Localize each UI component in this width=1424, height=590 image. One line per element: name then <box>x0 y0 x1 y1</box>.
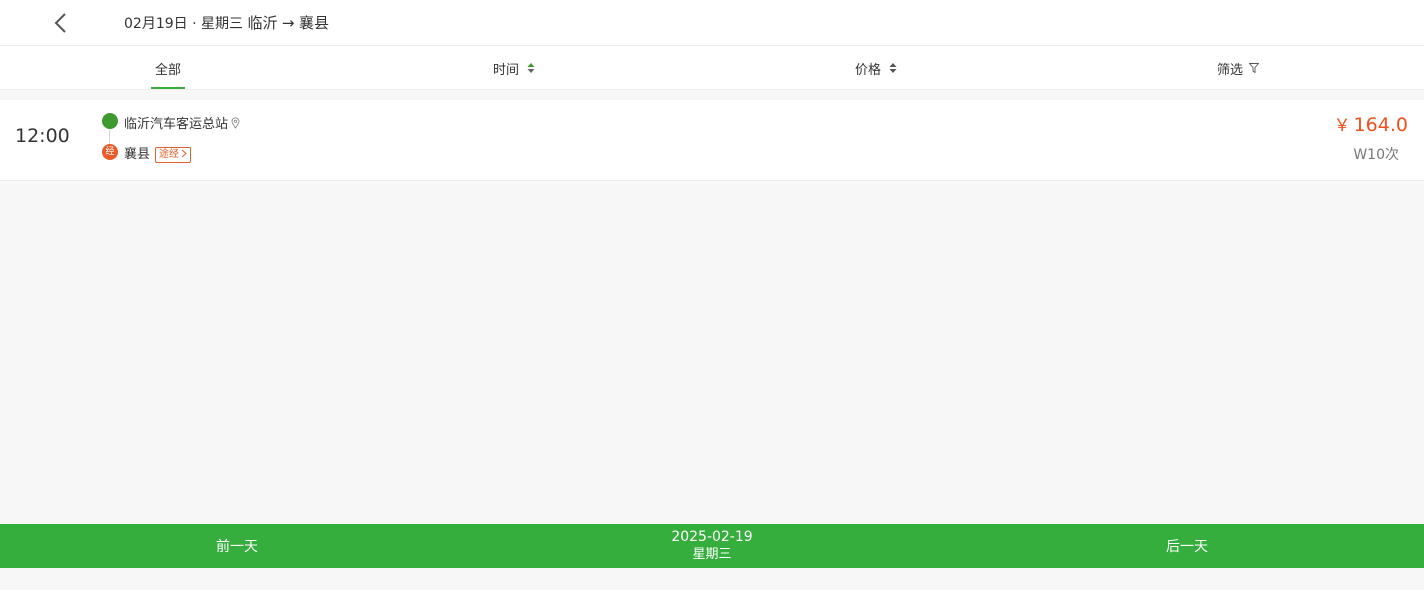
departure-time: 12:00 <box>15 125 70 147</box>
via-stops-button[interactable]: 途经 <box>155 147 192 163</box>
trip-card[interactable]: 12:00 经 临沂汽车客运总站 襄县 途经 ￥ 164.0 W10次 <box>0 100 1424 181</box>
title-date: 02月19日 <box>124 16 188 32</box>
currency-symbol: ￥ <box>1333 116 1351 136</box>
bus-number: W10次 <box>1353 147 1399 163</box>
title-to: 襄县 <box>298 14 329 32</box>
filter-icon <box>1249 63 1260 73</box>
destination-station: 襄县 途经 <box>124 143 192 163</box>
current-date-value: 2025-02-19 <box>671 529 753 545</box>
title-weekday: 星期三 <box>201 16 243 32</box>
current-date[interactable]: 2025-02-19 星期三 <box>612 528 812 564</box>
tab-price-label: 价格 <box>855 62 882 78</box>
sort-icon <box>889 63 897 73</box>
location-pin-icon[interactable] <box>231 117 240 129</box>
via-badge: 经 <box>102 144 118 160</box>
tab-all-label: 全部 <box>155 62 182 78</box>
destination-station-label: 襄县 <box>124 147 151 162</box>
origin-station-label: 临沂汽车客运总站 <box>124 117 229 132</box>
title-from: 临沂 <box>247 14 278 32</box>
tab-time-label: 时间 <box>493 62 520 78</box>
chevron-right-icon <box>181 149 187 158</box>
origin-dot-icon <box>102 113 118 129</box>
tab-price[interactable]: 价格 <box>855 46 897 90</box>
sort-icon <box>527 63 535 73</box>
filter-tabs: 全部 时间 价格 筛选 <box>0 46 1424 90</box>
ticket-price: ￥ 164.0 <box>1334 111 1408 136</box>
trip-list: 12:00 经 临沂汽车客运总站 襄县 途经 ￥ 164.0 W10次 <box>0 100 1424 181</box>
chevron-left-icon <box>54 13 66 33</box>
via-stops-label: 途经 <box>159 149 180 160</box>
title-arrow: → <box>281 14 295 32</box>
title-separator: · <box>187 16 201 32</box>
tab-filter[interactable]: 筛选 <box>1217 46 1260 90</box>
top-header: 02月19日 · 星期三 临沂 → 襄县 <box>0 0 1424 46</box>
next-day-button[interactable]: 后一天 <box>1087 524 1287 568</box>
tab-filter-label: 筛选 <box>1217 62 1244 78</box>
price-value: 164.0 <box>1353 114 1408 136</box>
page-title: 02月19日 · 星期三 临沂 → 襄县 <box>124 12 329 33</box>
origin-station: 临沂汽车客运总站 <box>124 113 240 132</box>
prev-day-button[interactable]: 前一天 <box>137 524 337 568</box>
back-button[interactable] <box>48 10 72 36</box>
tab-all[interactable]: 全部 <box>150 46 186 90</box>
date-nav-bar: 前一天 2025-02-19 星期三 后一天 <box>0 524 1424 568</box>
current-date-weekday: 星期三 <box>692 547 732 562</box>
tab-time[interactable]: 时间 <box>493 46 535 90</box>
